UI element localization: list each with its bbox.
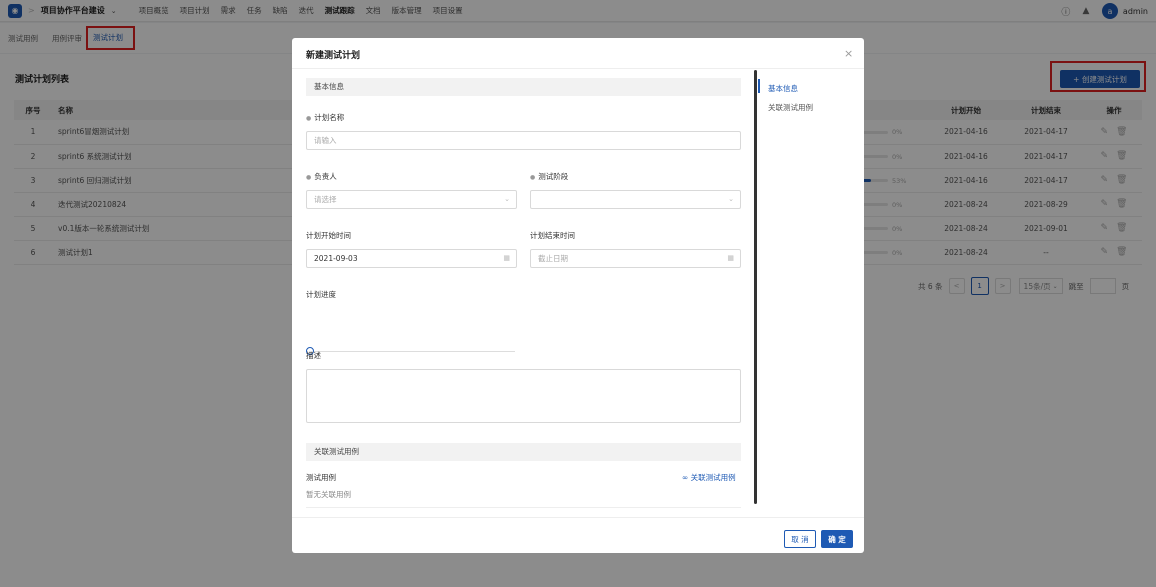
description-textarea[interactable] <box>306 369 741 423</box>
confirm-button[interactable]: 确 定 <box>821 530 853 548</box>
plan-name-label: ● 计划名称 <box>306 112 344 123</box>
side-nav-basic-info[interactable]: 基本信息 <box>768 83 798 94</box>
stage-select[interactable]: ⌄ <box>530 190 741 209</box>
start-date-label: 计划开始时间 <box>306 231 351 240</box>
start-date-value: 2021-09-03 <box>314 254 358 263</box>
stage-label-text: 测试阶段 <box>538 172 569 181</box>
calendar-icon: ▦ <box>727 254 734 262</box>
plan-name-placeholder: 请输入 <box>314 136 337 145</box>
no-cases-note: 暂无关联用例 <box>306 490 351 499</box>
section-linked-cases: 关联测试用例 <box>306 443 741 461</box>
stage-label: ● 测试阶段 <box>530 171 568 182</box>
side-nav-linked-cases[interactable]: 关联测试用例 <box>768 102 813 113</box>
start-date-picker[interactable]: 2021-09-03 ▦ <box>306 249 517 268</box>
section-basic-info: 基本信息 <box>306 78 741 96</box>
owner-label: ● 负责人 <box>306 171 337 182</box>
link-icon: ∞ <box>682 473 691 482</box>
required-dot-icon: ● <box>306 115 312 122</box>
end-date-label: 计划结束时间 <box>530 231 575 240</box>
required-dot-icon: ● <box>530 174 536 181</box>
chevron-down-icon: ⌄ <box>728 195 734 203</box>
plan-name-label-text: 计划名称 <box>314 113 345 122</box>
description-label: 描述 <box>306 351 321 360</box>
owner-placeholder: 请选择 <box>314 195 337 204</box>
end-date-picker[interactable]: 截止日期 ▦ <box>530 249 741 268</box>
link-test-cases-label: 关联测试用例 <box>690 473 736 482</box>
dialog-form: 基本信息 ● 计划名称 请输入 ● 负责人 请选择 ⌄ ● 测试阶段 ⌄ 计划开始时间 … <box>292 69 758 517</box>
close-icon[interactable]: × <box>844 47 853 60</box>
divider <box>306 507 741 508</box>
owner-label-text: 负责人 <box>314 172 337 181</box>
divider <box>292 517 864 518</box>
link-test-cases-button[interactable]: ∞ 关联测试用例 <box>682 472 736 483</box>
plan-name-input[interactable]: 请输入 <box>306 131 741 150</box>
progress-slider-track[interactable] <box>309 351 515 352</box>
owner-select[interactable]: 请选择 ⌄ <box>306 190 517 209</box>
scrollbar[interactable] <box>754 70 757 504</box>
dialog-side-nav: 基本信息 关联测试用例 <box>758 69 864 517</box>
progress-label: 计划进度 <box>306 290 336 299</box>
dialog-title: 新建测试计划 <box>306 51 361 61</box>
chevron-down-icon: ⌄ <box>504 195 510 203</box>
required-dot-icon: ● <box>306 174 312 181</box>
side-nav-active-indicator <box>758 79 760 93</box>
new-test-plan-dialog: 新建测试计划 × 基本信息 ● 计划名称 请输入 ● 负责人 请选择 ⌄ ● 测试阶段 … <box>292 38 864 553</box>
calendar-icon: ▦ <box>503 254 510 262</box>
end-date-placeholder: 截止日期 <box>538 254 568 263</box>
cancel-button[interactable]: 取 消 <box>784 530 816 548</box>
test-cases-label: 测试用例 <box>306 473 336 482</box>
